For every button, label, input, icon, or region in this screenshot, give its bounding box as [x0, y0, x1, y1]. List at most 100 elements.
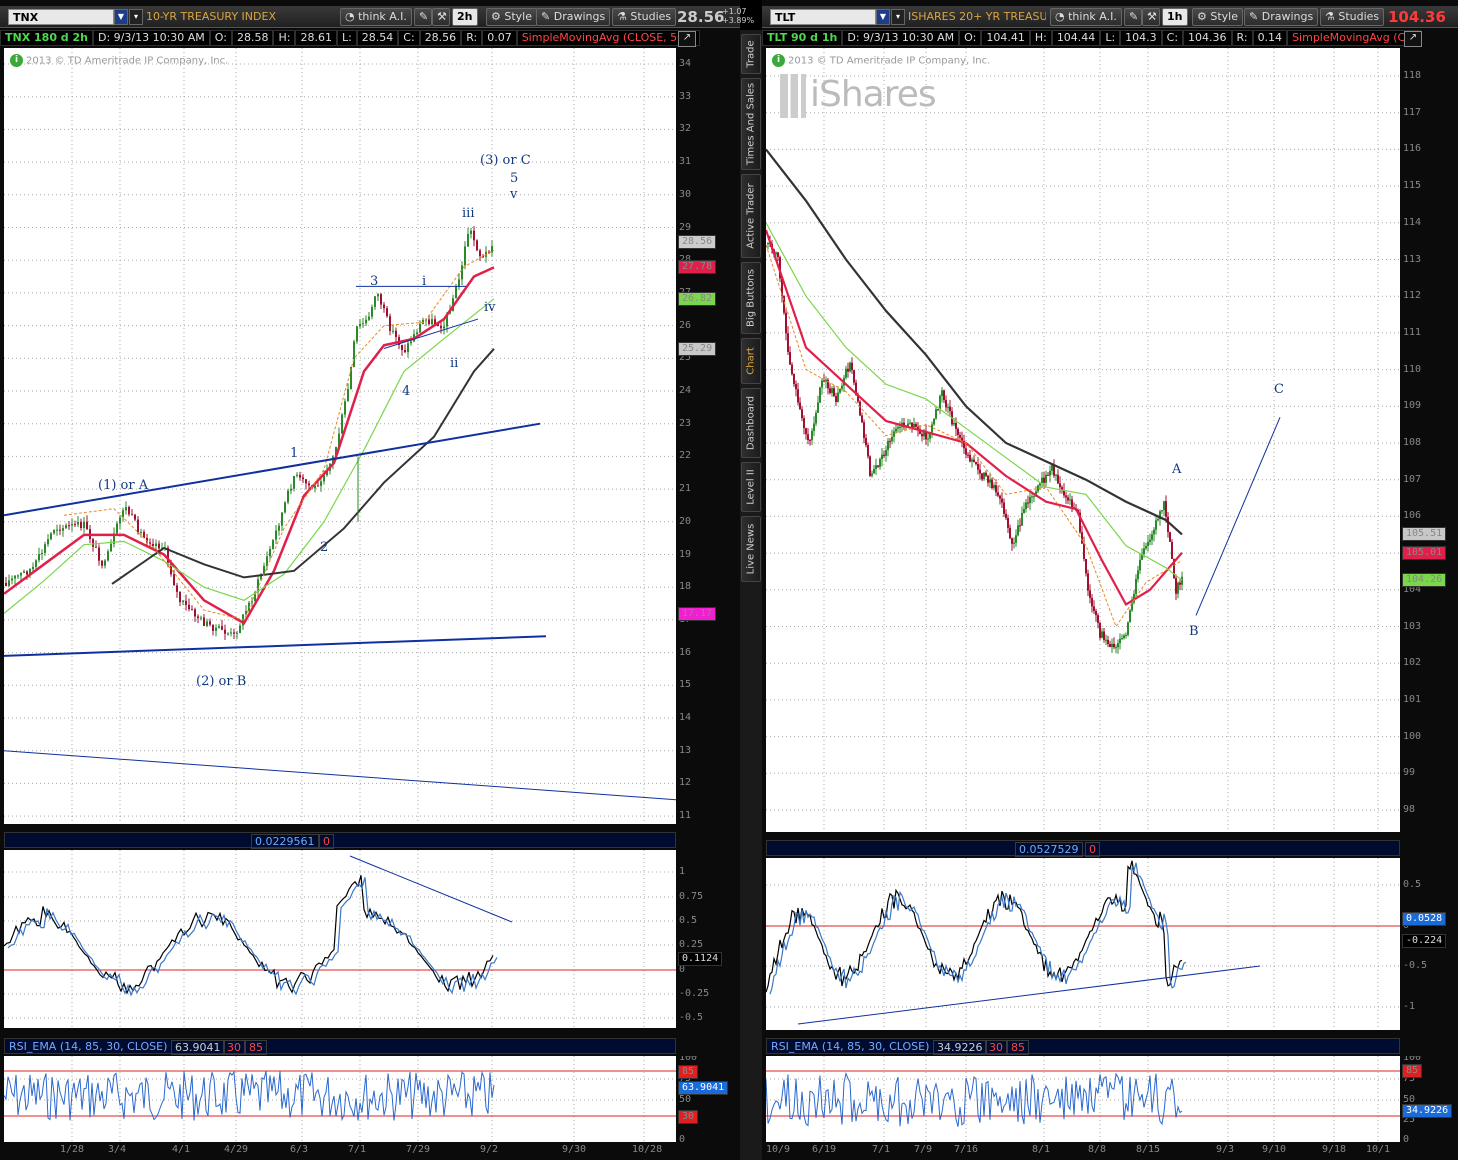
- sidebar-tab-dashboard[interactable]: Dashboard: [741, 388, 761, 458]
- candle-body: [1057, 474, 1059, 484]
- candle-body: [1081, 532, 1083, 544]
- candle-body: [386, 308, 388, 317]
- left-time-axis: 1/28 3/4 4/1 4/29 6/3 7/1 7/29 9/2 9/30 10/28: [4, 1142, 676, 1160]
- left-style-button[interactable]: ⚙ Style: [486, 8, 537, 26]
- candle-body: [803, 418, 805, 429]
- candle-body: [1097, 615, 1099, 623]
- time-tick: 9/2: [480, 1144, 499, 1155]
- sidebar-tab-times-and-sales[interactable]: Times And Sales: [741, 78, 761, 170]
- right-style-button[interactable]: ⚙ Style: [1192, 8, 1243, 26]
- candle-body: [937, 409, 939, 411]
- candle-body: [1005, 513, 1007, 518]
- axis-tick: 117: [1403, 106, 1422, 118]
- right-chart-menu-icon[interactable]: ↗: [1404, 31, 1422, 47]
- left-rsi-plot[interactable]: [4, 1056, 676, 1142]
- candle-body: [871, 473, 873, 476]
- right-rsi-header: RSI_EMA (14, 85, 30, CLOSE) 34.9226 30 8…: [766, 1038, 1400, 1055]
- candle-body: [14, 575, 16, 579]
- time-tick: 9/3: [1216, 1144, 1235, 1155]
- candle-body: [899, 427, 901, 429]
- symbol-dropdown-icon[interactable]: ▼: [876, 9, 890, 25]
- axis-tick: -0.5: [1403, 960, 1428, 971]
- left-price-plot[interactable]: i 2013 © TD Ameritrade IP Company, Inc. (…: [4, 48, 676, 824]
- candle-body: [404, 349, 406, 353]
- candle-body: [320, 481, 322, 486]
- sidebar-tab-trade[interactable]: Trade: [741, 34, 761, 74]
- candle-body: [1101, 631, 1103, 638]
- symbol-link-icon[interactable]: ▾: [891, 9, 905, 25]
- right-studies-button[interactable]: ⚗ Studies: [1320, 8, 1385, 26]
- info-close-label: C:: [1161, 30, 1184, 46]
- candle-body: [1163, 501, 1165, 511]
- axis-tick: 109: [1403, 400, 1422, 412]
- candle-body: [173, 574, 175, 586]
- candle-body: [461, 265, 463, 280]
- candle-body: [299, 474, 301, 478]
- sidebar-tab-label: Dashboard: [745, 395, 757, 451]
- candle-body: [125, 507, 127, 511]
- right-rsi-plot[interactable]: [766, 1056, 1400, 1142]
- symbol-link-icon[interactable]: ▾: [129, 9, 143, 25]
- candle-body: [1171, 541, 1173, 559]
- candle-body: [1119, 638, 1121, 644]
- left-price-axis: 3433323130292827262524232221201918171615…: [676, 48, 740, 824]
- left-info-bar: TNX 180 d 2h D: 9/3/13 10:30 AM O: 28.58…: [0, 30, 700, 46]
- time-tick: 7/1: [348, 1144, 367, 1155]
- axis-tick: 1: [679, 866, 686, 877]
- right-strategy-button[interactable]: ◔ think A.I.: [1050, 8, 1122, 26]
- axis-tick: -0.25: [679, 988, 710, 999]
- candle-body: [134, 514, 136, 520]
- right-rsi-svg: [766, 1056, 1400, 1142]
- candle-body: [1105, 639, 1107, 641]
- candle-body: [859, 401, 861, 416]
- candle-body: [83, 521, 85, 528]
- candle-body: [272, 539, 274, 550]
- left-aggregation-button[interactable]: 2h: [452, 8, 478, 26]
- axis-tick: 101: [1403, 693, 1422, 705]
- candle-body: [1033, 496, 1035, 498]
- candle-body: [26, 571, 28, 575]
- sidebar-tab-big-buttons[interactable]: Big Buttons: [741, 262, 761, 334]
- axis-tick: 102: [1403, 657, 1422, 669]
- left-settings-button[interactable]: ⚒: [432, 8, 450, 26]
- candle-body: [11, 578, 13, 581]
- time-tick: 9/18: [1322, 1144, 1347, 1155]
- right-crosshair-button[interactable]: ✎: [1124, 8, 1142, 26]
- candle-body: [1059, 483, 1061, 488]
- left-drawings-button[interactable]: ✎ Drawings: [536, 8, 611, 26]
- left-crosshair-button[interactable]: ✎: [414, 8, 432, 26]
- sidebar-tab-active-trader[interactable]: Active Trader: [741, 174, 761, 258]
- left-osc-plot[interactable]: [4, 850, 676, 1028]
- candle-body: [943, 390, 945, 401]
- copyright-text: 2013 © TD Ameritrade IP Company, Inc.: [788, 55, 991, 67]
- left-chart-menu-icon[interactable]: ↗: [678, 31, 696, 47]
- candle-body: [933, 418, 935, 425]
- candle-body: [347, 389, 349, 402]
- candle-body: [1175, 577, 1177, 594]
- sma-slow-line: [766, 148, 1183, 536]
- sidebar-tab-chart[interactable]: Chart: [741, 338, 761, 384]
- info-open: 28.58: [231, 30, 274, 46]
- candle-body: [853, 370, 855, 383]
- right-toolbar: TLT ▼ ▾ ISHARES 20+ YR TREASU... ◔ think…: [762, 6, 1458, 28]
- left-symbol-field[interactable]: TNX: [8, 9, 114, 25]
- right-price-plot[interactable]: i 2013 © TD Ameritrade IP Company, Inc. i…: [766, 48, 1400, 832]
- candle-body: [479, 250, 481, 257]
- sidebar-tab-live-news[interactable]: Live News: [741, 516, 761, 582]
- axis-tick: 100: [679, 1056, 698, 1063]
- symbol-dropdown-icon[interactable]: ▼: [114, 9, 128, 25]
- sidebar-tab-label: Trade: [745, 40, 757, 68]
- right-drawings-button[interactable]: ✎ Drawings: [1244, 8, 1319, 26]
- right-symbol-field[interactable]: TLT: [770, 9, 876, 25]
- price-label: 104.26: [1402, 573, 1447, 588]
- candle-body: [805, 428, 807, 435]
- candle-body: [885, 450, 887, 456]
- flask-icon: ⚗: [1325, 10, 1339, 23]
- right-osc-plot[interactable]: [766, 858, 1400, 1030]
- sidebar-tab-level-ii[interactable]: Level II: [741, 462, 761, 512]
- left-studies-button[interactable]: ⚗ Studies: [612, 8, 677, 26]
- time-tick: 3/4: [108, 1144, 127, 1155]
- right-settings-button[interactable]: ⚒: [1142, 8, 1160, 26]
- left-strategy-button[interactable]: ◔ think A.I.: [340, 8, 412, 26]
- right-aggregation-button[interactable]: 1h: [1162, 8, 1188, 26]
